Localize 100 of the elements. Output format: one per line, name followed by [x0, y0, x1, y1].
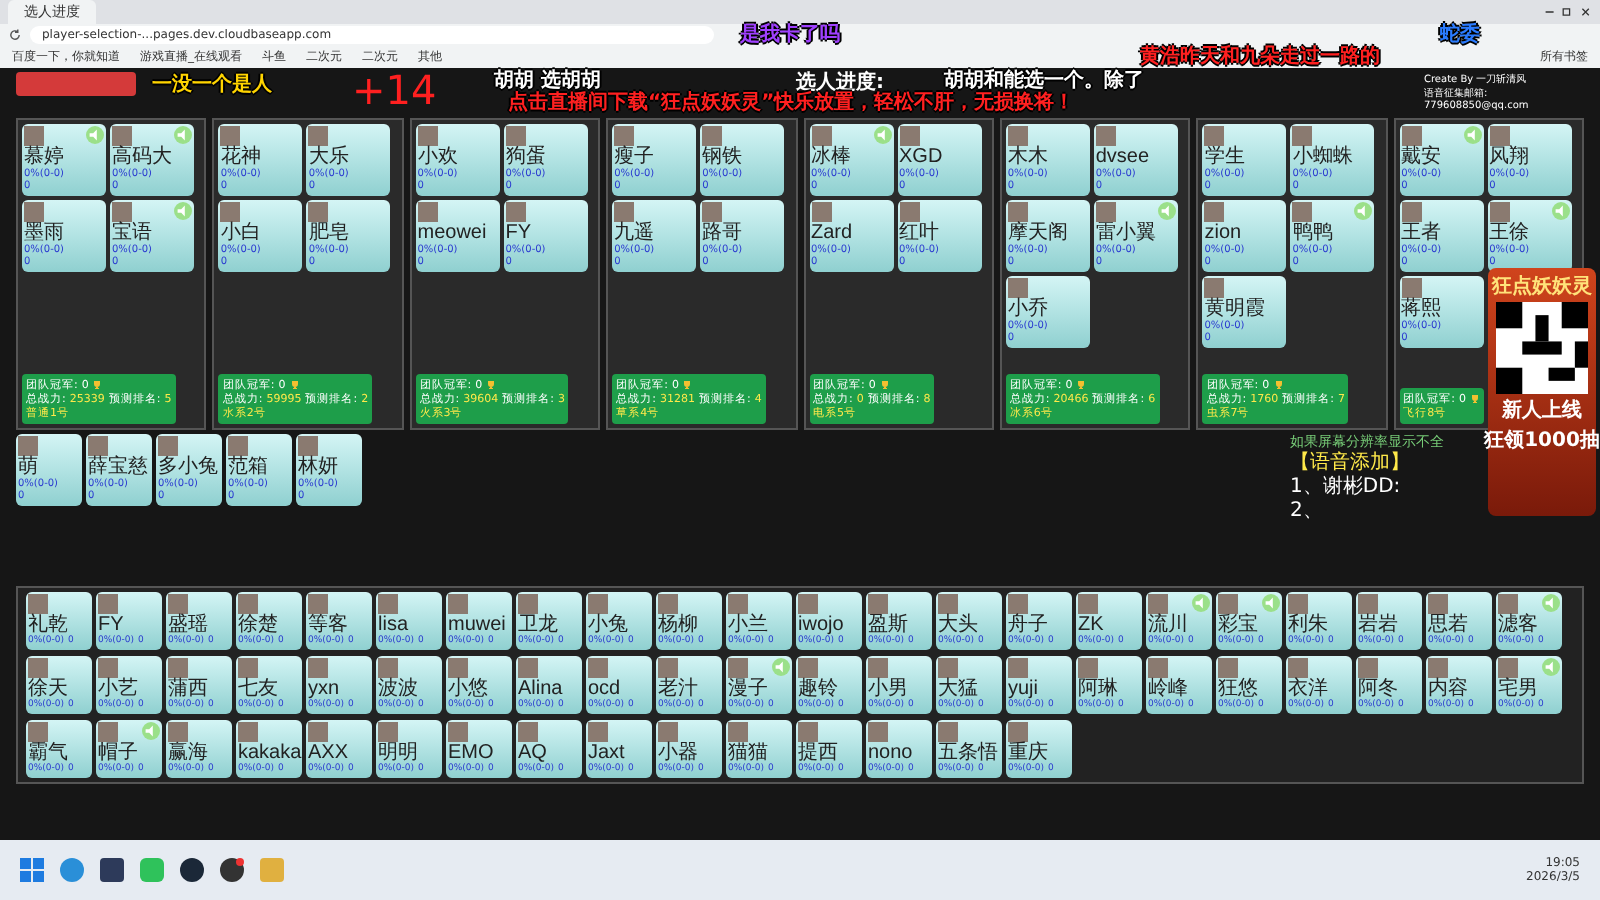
- player-name: 小器: [658, 742, 698, 764]
- speaker-icon: [1542, 594, 1560, 612]
- trophy-icon: [1076, 380, 1087, 390]
- chat-comment: 胡胡和能选一个。除了: [942, 70, 1146, 92]
- avatar-placeholder: [1428, 658, 1448, 678]
- avatar-placeholder: [614, 202, 635, 222]
- player-name: 帽子: [98, 742, 138, 764]
- ad-title: 狂点妖妖灵: [1492, 273, 1592, 300]
- avatar-placeholder: [588, 594, 608, 614]
- trophy-icon: [92, 380, 103, 390]
- avatar-placeholder: [98, 594, 118, 614]
- avatar-placeholder: [1007, 202, 1028, 222]
- avatar-placeholder: [1489, 126, 1510, 146]
- player-name: muwei: [448, 614, 508, 636]
- start-icon[interactable]: [20, 858, 44, 882]
- player-name: 小兰: [728, 614, 768, 636]
- player-name: 王徐: [1489, 222, 1532, 244]
- player-name: 摩天阁: [1007, 222, 1070, 244]
- avatar-placeholder: [614, 126, 635, 146]
- player-name: 林妍: [298, 456, 340, 478]
- player-name: 萌: [18, 456, 40, 478]
- player-name: ocd: [588, 678, 621, 700]
- avatar-placeholder: [728, 658, 748, 678]
- avatar-placeholder: [308, 658, 328, 678]
- avatar-placeholder: [868, 594, 888, 614]
- player-name: 黄明霞: [1204, 298, 1267, 320]
- avatar-placeholder: [417, 126, 438, 146]
- avatar-placeholder: [938, 722, 958, 742]
- player-name: 趣铃: [798, 678, 838, 700]
- speaker-icon: [1463, 126, 1482, 144]
- speaker-icon: [1192, 594, 1210, 612]
- avatar-placeholder: [18, 436, 38, 456]
- avatar-placeholder: [868, 722, 888, 742]
- player-name: 明明: [378, 742, 418, 764]
- player-name: nono: [868, 742, 915, 764]
- avatar-placeholder: [938, 594, 958, 614]
- browser-icon[interactable]: [60, 858, 84, 882]
- speaker-icon: [1542, 658, 1560, 676]
- chat-comment: 点击直播间下载“狂点妖妖灵”快乐放置，轻松不肝，无损换将！: [506, 92, 1077, 114]
- ad-panel[interactable]: 狂点妖妖灵 新人上线 狂领1000抽: [1488, 268, 1596, 516]
- avatar-placeholder: [1148, 594, 1168, 614]
- avatar-placeholder: [168, 658, 188, 678]
- player-name: 赢海: [168, 742, 208, 764]
- window-controls-icon[interactable]: [1544, 6, 1592, 18]
- player-name: XGD: [899, 146, 945, 168]
- trophy-icon: [1273, 380, 1284, 390]
- player-name: 小悠: [448, 678, 488, 700]
- avatar-placeholder: [588, 722, 608, 742]
- reload-icon[interactable]: [8, 28, 22, 42]
- avatar-placeholder: [308, 202, 329, 222]
- trophy-icon: [682, 380, 693, 390]
- avatar-placeholder: [1428, 594, 1448, 614]
- avatar-placeholder: [1498, 658, 1518, 678]
- avatar-placeholder: [448, 594, 468, 614]
- player-name: 七友: [238, 678, 278, 700]
- player-name: 利朱: [1288, 614, 1328, 636]
- trophy-icon: [1469, 394, 1480, 404]
- avatar-placeholder: [238, 722, 258, 742]
- avatar-placeholder: [1204, 126, 1225, 146]
- avatar-placeholder: [228, 436, 248, 456]
- player-name: 五条悟: [938, 742, 1000, 764]
- player-name: 盈斯: [868, 614, 908, 636]
- player-name: EMO: [448, 742, 496, 764]
- avatar-placeholder: [899, 202, 919, 222]
- player-name: 高码大: [112, 146, 174, 168]
- avatar-placeholder: [1095, 126, 1116, 146]
- avatar-placeholder: [658, 722, 678, 742]
- player-name: 盛瑶: [168, 614, 208, 636]
- player-name: 小蜘蛛: [1292, 146, 1355, 168]
- avatar-placeholder: [1008, 722, 1028, 742]
- avatar-placeholder: [1078, 658, 1098, 678]
- avatar-placeholder: [378, 722, 398, 742]
- speaker-icon: [1157, 202, 1176, 220]
- player-name: 漫子: [728, 678, 768, 700]
- game-icon[interactable]: [180, 858, 204, 882]
- avatar-placeholder: [238, 594, 258, 614]
- player-name: 学生: [1204, 146, 1247, 168]
- avatar-placeholder: [1095, 202, 1116, 222]
- player-name: 风翔: [1489, 146, 1532, 168]
- avatar-placeholder: [112, 126, 132, 146]
- avatar-placeholder: [1288, 658, 1308, 678]
- avatar-placeholder: [1008, 594, 1028, 614]
- player-name: 狗蛋: [505, 146, 548, 168]
- player-name: 墨雨: [24, 222, 66, 244]
- ad-line: 新人上线: [1502, 396, 1582, 424]
- avatar-placeholder: [798, 658, 818, 678]
- avatar-placeholder: [220, 202, 241, 222]
- avatar-placeholder: [1489, 202, 1510, 222]
- avatar-placeholder: [1078, 594, 1098, 614]
- chat-icon[interactable]: [140, 858, 164, 882]
- player-name: 徐楚: [238, 614, 278, 636]
- player-name: 老汁: [658, 678, 698, 700]
- avatar-placeholder: [1292, 126, 1313, 146]
- avatar-placeholder: [1204, 202, 1225, 222]
- avatar-placeholder: [1401, 278, 1422, 298]
- app-icon[interactable]: [220, 858, 244, 882]
- avatar-placeholder: [1288, 594, 1308, 614]
- avatar-placeholder: [158, 436, 178, 456]
- player-name: 九遥: [614, 222, 657, 244]
- trophy-icon: [289, 380, 300, 390]
